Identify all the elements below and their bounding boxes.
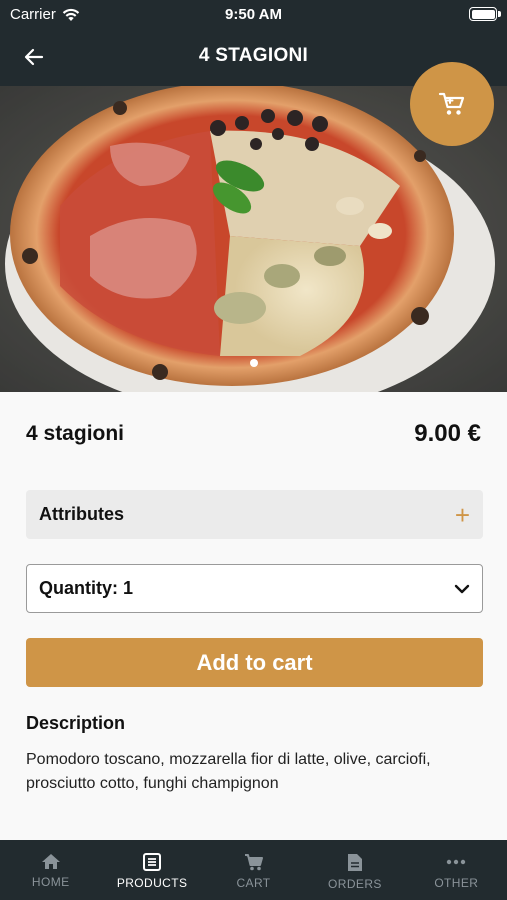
cart-button[interactable] xyxy=(410,62,494,146)
clock: 9:50 AM xyxy=(225,6,282,23)
tab-home[interactable]: HOME xyxy=(0,840,101,900)
quantity-select[interactable]: Quantity: 1 xyxy=(26,564,483,613)
tab-other-label: OTHER xyxy=(434,876,479,890)
tab-bar: HOME PRODUCTS CART ORDERS OTHER xyxy=(0,840,507,900)
page-title: 4 STAGIONI xyxy=(198,45,309,66)
document-icon xyxy=(347,854,362,871)
tab-products[interactable]: PRODUCTS xyxy=(101,840,202,900)
product-details: 4 stagioni 9.00 € Attributes + Quantity:… xyxy=(0,392,507,840)
cart-icon xyxy=(438,92,465,115)
plus-icon: + xyxy=(454,499,470,530)
tab-home-label: HOME xyxy=(31,875,70,889)
battery-tip xyxy=(498,11,501,17)
arrow-left-icon xyxy=(24,48,44,66)
cart-icon xyxy=(244,854,263,871)
add-to-cart-button[interactable]: Add to cart xyxy=(26,638,483,687)
carousel-page-indicator xyxy=(250,359,258,367)
quantity-label: Quantity: 1 xyxy=(39,578,134,598)
attributes-label: Attributes xyxy=(39,504,124,524)
battery-icon xyxy=(469,7,497,21)
tab-orders[interactable]: ORDERS xyxy=(304,840,405,900)
product-name: 4 stagioni xyxy=(26,422,125,445)
attributes-accordion[interactable]: Attributes + xyxy=(26,490,483,539)
home-icon xyxy=(41,854,60,869)
tab-orders-label: ORDERS xyxy=(328,877,382,891)
product-price: 9.00 € xyxy=(414,420,481,447)
tab-cart-label: CART xyxy=(236,876,271,890)
description-text: Pomodoro toscano, mozzarella fior di lat… xyxy=(26,751,431,792)
more-icon xyxy=(447,859,466,865)
back-button[interactable] xyxy=(18,42,50,72)
list-icon xyxy=(143,853,162,871)
chevron-down-icon xyxy=(454,584,470,593)
description-title: Description xyxy=(26,713,126,733)
status-bar: Carrier 9:50 AM xyxy=(0,0,507,28)
tab-products-label: PRODUCTS xyxy=(116,876,188,890)
tab-cart[interactable]: CART xyxy=(203,840,304,900)
tab-other[interactable]: OTHER xyxy=(406,840,507,900)
